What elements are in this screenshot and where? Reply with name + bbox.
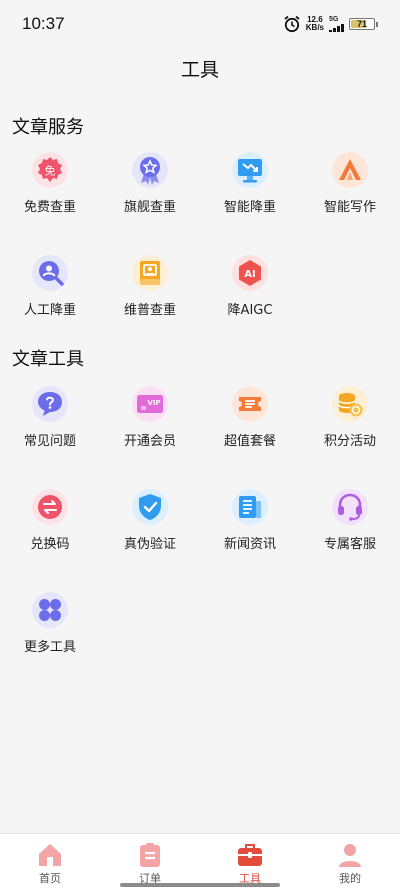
tool-authenticity-check[interactable]: 真伪验证 [100, 489, 200, 552]
ai-hexagon-icon: AI [232, 255, 268, 291]
order-icon [140, 843, 160, 867]
tool-label: 真伪验证 [123, 537, 176, 552]
signal-bars-icon [329, 24, 344, 32]
tool-smart-writing[interactable]: 智能写作 [300, 152, 400, 215]
coins-icon [332, 386, 368, 422]
tool-redeem-code[interactable]: 兑换码 [0, 489, 100, 552]
tool-label: 开通会员 [123, 434, 176, 449]
article-services-grid: 免 免费查重 旗舰查重 智能降重 智能写作 人工降重 维普查重 AI 降AIGC [0, 152, 400, 318]
status-time: 10:37 [22, 14, 65, 33]
tool-label: 智能降重 [223, 200, 276, 215]
svg-text:AI: AI [244, 269, 255, 280]
tool-label: 更多工具 [23, 640, 76, 655]
tool-label: 旗舰查重 [123, 200, 176, 215]
tab-label: 首页 [39, 872, 61, 885]
tab-profile[interactable]: 我的 [300, 834, 400, 889]
grid-dots-icon [32, 592, 68, 628]
tool-value-package[interactable]: 超值套餐 [200, 386, 300, 449]
ai-write-icon [332, 152, 368, 188]
monitor-down-icon [232, 152, 268, 188]
cellular-signal: 5G [329, 16, 344, 32]
battery-tip [376, 21, 378, 27]
alarm-clock-icon [284, 15, 300, 33]
vip-card-icon: VIP [132, 386, 168, 422]
svg-text:免: 免 [45, 164, 56, 178]
tool-label: 智能写作 [323, 200, 376, 215]
tool-label: 常见问题 [23, 434, 76, 449]
network-speed-unit: KB/s [305, 23, 324, 32]
tool-label: 兑换码 [30, 537, 70, 552]
svg-text:VIP: VIP [147, 399, 160, 407]
home-indicator[interactable] [120, 883, 280, 887]
status-bar: 10:37 12.6 KB/s 5G 71 [0, 0, 400, 48]
tool-label: 降AIGC [227, 303, 273, 318]
headset-icon [332, 489, 368, 525]
tool-vip-check[interactable]: 维普查重 [100, 255, 200, 318]
tool-more-tools[interactable]: 更多工具 [0, 592, 100, 655]
tool-smart-reduce[interactable]: 智能降重 [200, 152, 300, 215]
tool-label: 新闻资讯 [223, 537, 276, 552]
tool-customer-service[interactable]: 专属客服 [300, 489, 400, 552]
section-title-article-services: 文章服务 [12, 117, 84, 138]
tool-label: 人工降重 [23, 303, 76, 318]
tool-label: 专属客服 [323, 537, 376, 552]
book-stamp-icon [132, 255, 168, 291]
tool-label: 维普查重 [123, 303, 176, 318]
question-bubble-icon [32, 386, 68, 422]
tab-tools[interactable]: 工具 [200, 834, 300, 889]
tool-manual-reduce[interactable]: 人工降重 [0, 255, 100, 318]
tab-label: 我的 [339, 872, 361, 885]
bottom-tab-bar: 首页 订单 工具 我的 [0, 833, 400, 889]
article-tools-grid: 常见问题 VIP 开通会员 超值套餐 积分活动 兑换码 真伪验证 新闻资讯 专属… [0, 386, 400, 655]
tool-news[interactable]: 新闻资讯 [200, 489, 300, 552]
tool-label: 超值套餐 [223, 434, 276, 449]
medal-icon [132, 152, 168, 188]
tool-open-membership[interactable]: VIP 开通会员 [100, 386, 200, 449]
status-icons: 12.6 KB/s 5G 71 [283, 15, 378, 33]
tab-home[interactable]: 首页 [0, 834, 100, 889]
tool-reduce-aigc[interactable]: AI 降AIGC [200, 255, 300, 318]
ticket-icon [232, 386, 268, 422]
tools-screen: 10:37 12.6 KB/s 5G 71 工具 文章服务 免 免费查重 旗舰查… [0, 0, 400, 889]
toolbox-icon [238, 844, 262, 866]
network-speed: 12.6 KB/s [306, 16, 324, 32]
tool-flagship-check[interactable]: 旗舰查重 [100, 152, 200, 215]
shield-check-icon [132, 489, 168, 525]
section-title-article-tools: 文章工具 [12, 349, 84, 370]
exchange-icon [32, 489, 68, 525]
battery-level: 71 [356, 19, 367, 29]
person-search-icon [32, 255, 68, 291]
tab-orders[interactable]: 订单 [100, 834, 200, 889]
tool-label: 积分活动 [323, 434, 376, 449]
tool-points-activity[interactable]: 积分活动 [300, 386, 400, 449]
profile-icon [339, 844, 361, 867]
battery-icon: 71 [349, 18, 375, 30]
home-icon [39, 844, 61, 866]
news-icon [232, 489, 268, 525]
tool-faq[interactable]: 常见问题 [0, 386, 100, 449]
tool-label: 免费查重 [23, 200, 76, 215]
tool-free-check[interactable]: 免 免费查重 [0, 152, 100, 215]
signal-type-label: 5G [329, 16, 339, 23]
page-title: 工具 [180, 59, 219, 81]
free-badge-icon: 免 [32, 152, 68, 188]
